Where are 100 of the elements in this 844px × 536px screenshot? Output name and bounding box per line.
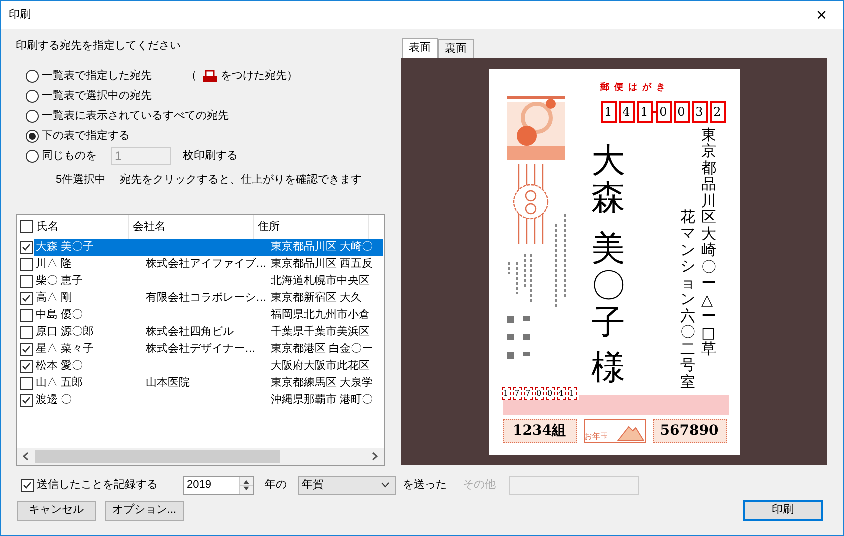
radio-button[interactable]	[26, 90, 39, 102]
table-cell: 有限会社コラボレーシ…	[146, 292, 267, 304]
postal-code-digit: 2	[710, 100, 726, 122]
table-cell: 沖縄県那覇市 港町〇	[271, 394, 374, 406]
scroll-left-icon[interactable]	[23, 452, 29, 461]
table-cell: 大森 美〇子	[36, 240, 94, 252]
table-cell: 川△ 隆	[36, 258, 72, 270]
table-cell: 北海道札幌市中央区	[271, 274, 370, 286]
table-cell: 大阪府大阪市此花区	[271, 360, 370, 372]
sender-zip-digit: 7	[524, 386, 532, 400]
row-checkbox[interactable]	[20, 258, 33, 270]
honorific: 様	[592, 350, 626, 384]
options-button[interactable]: オプション...	[105, 500, 184, 520]
type-dropdown[interactable]: 年賀	[298, 476, 396, 494]
table-cell: 東京都練馬区 大泉学	[271, 376, 374, 388]
postal-code-digit: 1	[636, 100, 652, 122]
address-line: 東京都品川区大崎〇ー△ー□草	[702, 126, 716, 358]
list-row[interactable]: 高△ 剛 有限会社コラボレーシ… 東京都新宿区 大久	[34, 290, 383, 306]
list-row[interactable]: 大森 美〇子 東京都品川区 大崎〇	[34, 238, 383, 256]
postal-code-digit: 0	[656, 100, 672, 122]
table-cell: 東京都港区 白金〇ー	[271, 342, 374, 354]
radio-button[interactable]	[26, 150, 39, 162]
table-cell: 東京都新宿区 大久	[271, 292, 362, 304]
cancel-button[interactable]: キャンセル	[17, 500, 96, 520]
lottery-number: 567890	[652, 418, 726, 442]
postal-code-digit: 4	[618, 100, 634, 122]
list-row[interactable]: 星△ 菜々子 株式会社デザイナー… 東京都港区 白金〇ー	[34, 340, 383, 358]
year-label: 年の	[265, 478, 287, 493]
table-cell: 山本医院	[146, 376, 190, 388]
table-cell: 高△ 剛	[36, 292, 72, 304]
sender-zip-digit: 1	[502, 386, 510, 400]
postcard-header: 郵便はがき	[600, 82, 670, 94]
table-cell: 渡邊 〇	[36, 394, 72, 406]
address-line: 花マンション六〇二号室	[680, 208, 696, 390]
row-checkbox[interactable]	[20, 342, 33, 356]
radio-option[interactable]: 一覧表で選択中の宛先	[26, 88, 152, 104]
table-cell: 福岡県北九州市小倉	[271, 308, 370, 320]
table-cell: 原口 源〇郎	[36, 326, 94, 338]
checkbox[interactable]	[21, 478, 34, 492]
list-row[interactable]: 渡邊 〇 沖縄県那覇市 港町〇	[34, 392, 383, 408]
row-checkbox[interactable]	[20, 308, 33, 322]
sender-zip-digit: 0	[534, 386, 544, 400]
radio-option[interactable]: 一覧表に表示されているすべての宛先	[26, 108, 229, 124]
section-heading: 印刷する宛先を指定してください	[16, 39, 182, 54]
row-checkbox[interactable]	[20, 274, 33, 288]
postal-code-digit: 3	[692, 100, 708, 122]
row-checkbox[interactable]	[20, 376, 33, 390]
list-row[interactable]: 川△ 隆 株式会社アイファイブ… 東京都品川区 西五反	[34, 256, 383, 272]
radio-button[interactable]	[26, 70, 39, 82]
postal-code-digit: 1	[600, 100, 616, 122]
postal-code-digit: 0	[674, 100, 690, 122]
table-cell: 松本 愛〇	[36, 360, 84, 372]
horizontal-scrollbar[interactable]	[17, 448, 384, 465]
radio-option[interactable]: 同じものを	[26, 148, 97, 164]
row-checkbox[interactable]	[20, 360, 33, 372]
radio-button[interactable]	[26, 110, 39, 122]
row-checkbox[interactable]	[20, 394, 33, 406]
row-checkbox[interactable]	[20, 292, 33, 304]
radio-option[interactable]: 一覧表で指定した宛先	[26, 68, 152, 84]
scroll-right-icon[interactable]	[372, 452, 378, 461]
table-cell: 東京都品川区 西五反	[271, 258, 374, 270]
header-checkbox[interactable]	[20, 220, 33, 233]
recipient-family-name: 大森	[592, 142, 626, 218]
sent-label: を送った	[403, 478, 447, 493]
print-button[interactable]: 印刷	[743, 500, 823, 521]
radio-option[interactable]: 下の表で指定する	[26, 128, 130, 144]
lottery-group: 1234組	[502, 418, 576, 442]
tab[interactable]: 裏面	[438, 39, 474, 59]
tab[interactable]: 表面	[402, 38, 438, 58]
record-checkbox[interactable]: 送信したことを記録する	[21, 476, 158, 494]
table-cell: 柴〇 恵子	[36, 274, 84, 286]
hint-text: 宛先をクリックすると、仕上がりを確認できます	[120, 172, 362, 188]
caret-icon	[381, 482, 390, 488]
close-button[interactable]: ×	[808, 6, 835, 24]
list-row[interactable]: 山△ 五郎 山本医院 東京都練馬区 大泉学	[34, 374, 383, 392]
lottery-label: お年玉	[584, 432, 608, 442]
table-cell: 東京都品川区 大崎〇	[271, 240, 374, 252]
window-title: 印刷	[9, 8, 31, 23]
other-label: その他	[463, 478, 496, 493]
copies-label: 枚印刷する	[183, 148, 238, 164]
table-cell: 山△ 五郎	[36, 376, 84, 388]
list-row[interactable]: 中島 優〇 福岡県北九州市小倉	[34, 306, 383, 324]
table-cell: 千葉県千葉市美浜区	[271, 326, 370, 338]
radio-button[interactable]	[26, 130, 39, 142]
row-checkbox[interactable]	[20, 326, 33, 338]
recipient-given-name: 美〇子	[592, 230, 626, 343]
table-cell: 株式会社デザイナー…	[146, 342, 256, 354]
sender-zip-digit: 1	[568, 386, 576, 400]
sender-zip-digit: 0	[546, 386, 554, 400]
spin-arrows-icon[interactable]	[239, 476, 253, 494]
table-cell: 株式会社アイファイブ…	[146, 258, 267, 270]
list-row[interactable]: 松本 愛〇 大阪府大阪市此花区	[34, 358, 383, 374]
note-text: をつけた宛先）	[221, 68, 298, 84]
row-checkbox[interactable]	[20, 240, 33, 254]
table-cell: 株式会社四角ビル	[146, 326, 234, 338]
year-spinner[interactable]: 2019	[183, 476, 254, 494]
list-row[interactable]: 原口 源〇郎 株式会社四角ビル 千葉県千葉市美浜区	[34, 324, 383, 340]
scrollbar-thumb[interactable]	[35, 450, 280, 463]
list-row[interactable]: 柴〇 恵子 北海道札幌市中央区	[34, 272, 383, 290]
table-cell: 星△ 菜々子	[36, 342, 94, 354]
